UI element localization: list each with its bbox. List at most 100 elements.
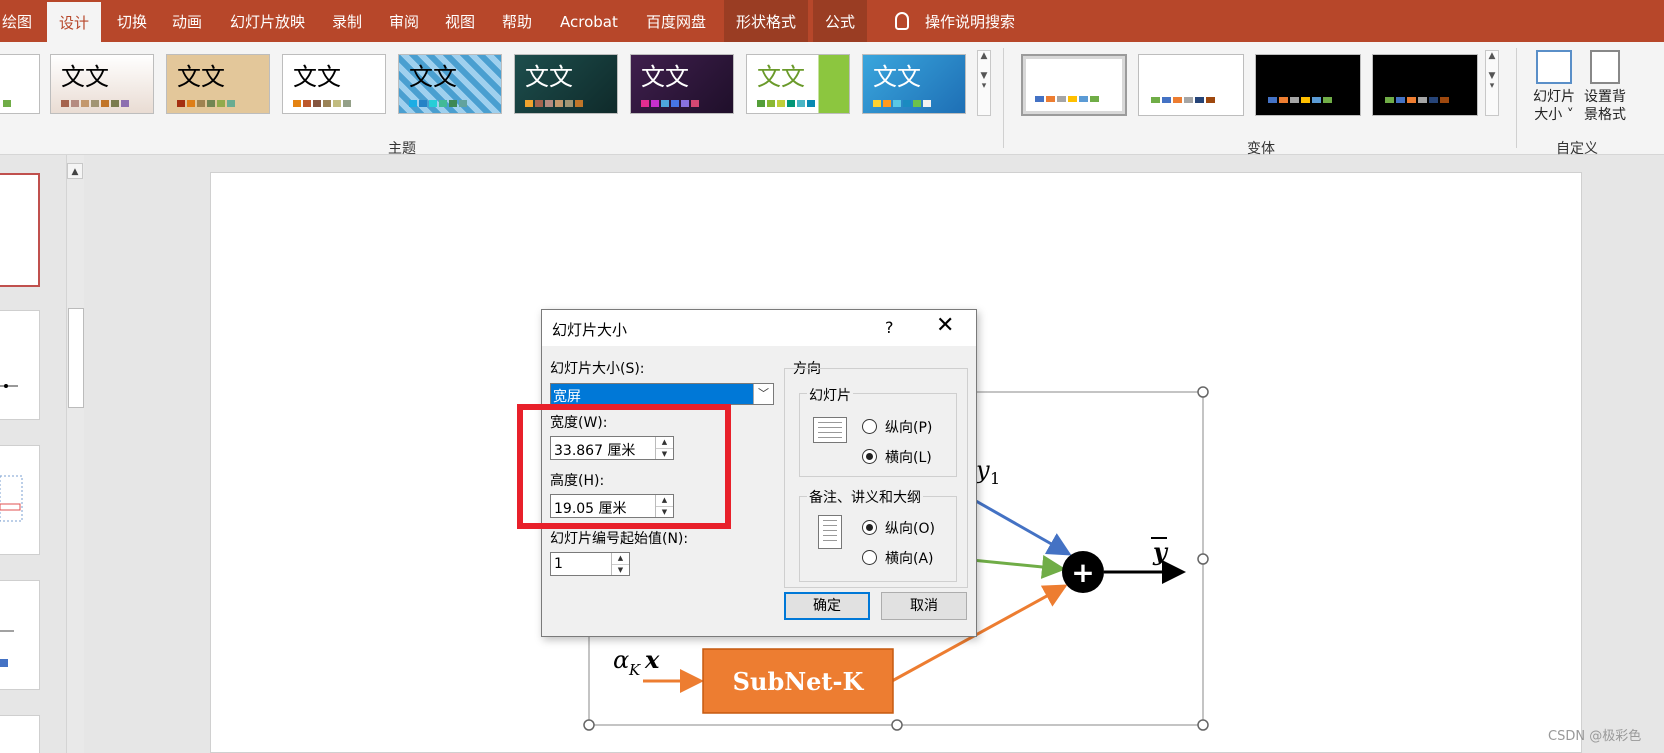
thumbnail-preview — [0, 475, 23, 522]
y1-label: y — [975, 456, 990, 484]
tab-slideshow[interactable]: 幻灯片放映 — [230, 0, 305, 42]
close-icon[interactable]: ✕ — [936, 314, 954, 338]
cancel-button[interactable]: 取消 — [881, 592, 967, 620]
tab-shape-format[interactable]: 形状格式 — [724, 0, 809, 42]
resize-handle — [1197, 553, 1209, 565]
tab-baidu-netdisk[interactable]: 百度网盘 — [646, 0, 706, 42]
start-number-field[interactable]: 1 ▲ ▼ — [550, 552, 630, 576]
notes-portrait-label: 纵向(O) — [885, 521, 935, 537]
plus-icon: + — [1071, 556, 1094, 589]
thumbnail-preview — [0, 630, 14, 667]
slide-thumbnail-4[interactable] — [0, 580, 40, 690]
radio-circle — [862, 550, 877, 565]
slide-size-label: 幻灯片 大小 ˅ — [1533, 89, 1575, 123]
variants-group-label: 变体 — [1247, 141, 1275, 157]
ribbon-design: 文文 文文 文文 文文 文文 文文 文文 文文 ▲ ▼ ▾ 主题 ▲ ▼ ▾ 变… — [0, 42, 1664, 157]
format-background-button[interactable]: 设置背 景格式 — [1580, 50, 1630, 124]
scroll-up-icon[interactable]: ▲ — [67, 163, 83, 179]
theme-2[interactable]: 文文 — [50, 54, 154, 114]
tell-me-label: 操作说明搜索 — [925, 13, 1016, 31]
thumbnail-scrollbar[interactable]: ▲ — [66, 155, 84, 753]
theme-5[interactable]: 文文 — [398, 54, 502, 114]
slide-thumbnail-2[interactable] — [0, 310, 40, 420]
theme-6[interactable]: 文文 — [514, 54, 618, 114]
theme-3[interactable]: 文文 — [166, 54, 270, 114]
dialog-title-bar: 幻灯片大小 ? ✕ — [542, 310, 976, 346]
tab-review[interactable]: 审阅 — [389, 0, 419, 42]
y-bar-label: y — [1152, 537, 1169, 566]
themes-group-label: 主题 — [388, 141, 416, 157]
scrollbar-thumb[interactable] — [68, 308, 84, 408]
variant-4[interactable] — [1372, 54, 1478, 116]
tell-me-search[interactable]: 操作说明搜索 — [895, 0, 1015, 42]
slide-size-button[interactable]: 幻灯片 大小 ˅ — [1529, 50, 1579, 124]
tab-design[interactable]: 设计 — [47, 2, 102, 42]
tab-animations[interactable]: 动画 — [172, 0, 202, 42]
customize-group-label: 自定义 — [1556, 141, 1598, 157]
watermark: CSDN @极彩色 — [1548, 729, 1642, 744]
variant-1[interactable] — [1021, 54, 1127, 116]
ribbon-tab-bar: 绘图 设计 切换 动画 幻灯片放映 录制 审阅 视图 帮助 Acrobat 百度… — [0, 0, 1664, 42]
notes-landscape-label: 横向(A) — [885, 551, 934, 567]
resize-handle — [583, 719, 595, 731]
slide-thumbnail-5[interactable] — [0, 715, 40, 753]
slide-thumbnail-pane: ▲ — [0, 155, 88, 753]
radio-circle — [862, 419, 877, 434]
thumbnail-preview — [0, 384, 18, 388]
radio-circle — [862, 520, 877, 535]
slide-thumbnail-1[interactable] — [0, 173, 40, 287]
chevron-down-icon[interactable]: ﹀ — [753, 384, 773, 404]
landscape-page-icon — [813, 417, 847, 443]
variant-2[interactable] — [1138, 54, 1244, 116]
x-label: x — [644, 645, 660, 674]
start-number-label: 幻灯片编号起始值(N): — [550, 531, 689, 547]
y1-subscript: 1 — [990, 469, 1000, 488]
themes-gallery-scroll[interactable]: ▲ ▼ ▾ — [977, 50, 991, 116]
theme-4[interactable]: 文文 — [282, 54, 386, 114]
slides-landscape-radio[interactable]: 横向(L) — [862, 447, 932, 467]
slides-portrait-label: 纵向(P) — [885, 420, 933, 436]
notes-portrait-radio[interactable]: 纵向(O) — [862, 518, 935, 538]
help-icon[interactable]: ? — [885, 318, 894, 337]
alpha-label: α — [613, 646, 629, 674]
highlight-box — [517, 404, 731, 529]
theme-7[interactable]: 文文 — [630, 54, 734, 114]
tab-help[interactable]: 帮助 — [502, 0, 532, 42]
slides-label: 幻灯片 — [807, 385, 853, 405]
slides-landscape-label: 横向(L) — [885, 450, 932, 466]
format-background-icon — [1590, 50, 1620, 84]
subnet-label: SubNet-K — [733, 667, 865, 696]
tab-record[interactable]: 录制 — [332, 0, 362, 42]
dialog-title: 幻灯片大小 — [552, 321, 628, 339]
slide-size-value: 宽屏 — [553, 389, 581, 405]
tab-transitions[interactable]: 切换 — [117, 0, 147, 42]
theme-8[interactable]: 文文 — [746, 54, 850, 114]
slide-size-label: 幻灯片大小(S): — [550, 361, 645, 377]
slides-portrait-radio[interactable]: 纵向(P) — [862, 417, 932, 437]
variant-3[interactable] — [1255, 54, 1361, 116]
resize-handle — [1197, 719, 1209, 731]
alpha-subscript: K — [628, 661, 641, 679]
lightbulb-icon — [895, 11, 909, 30]
start-number-value: 1 — [554, 556, 563, 572]
resize-handle — [1197, 386, 1209, 398]
theme-9[interactable]: 文文 — [862, 54, 966, 114]
spin-down-icon[interactable]: ▼ — [612, 564, 629, 575]
theme-office[interactable] — [0, 54, 40, 114]
tab-draw[interactable]: 绘图 — [2, 0, 32, 42]
slide-size-icon — [1536, 50, 1572, 84]
variants-gallery-scroll[interactable]: ▲ ▼ ▾ — [1485, 50, 1499, 116]
notes-landscape-radio[interactable]: 横向(A) — [862, 548, 934, 568]
tab-acrobat[interactable]: Acrobat — [560, 0, 618, 42]
tab-view[interactable]: 视图 — [445, 0, 475, 42]
slide-size-select[interactable]: 宽屏 ﹀ — [550, 383, 774, 405]
portrait-page-icon — [818, 515, 842, 549]
slide-thumbnail-3[interactable] — [0, 445, 40, 555]
ok-button[interactable]: 确定 — [784, 592, 870, 620]
spin-up-icon[interactable]: ▲ — [612, 553, 629, 564]
format-background-label: 设置背 景格式 — [1584, 89, 1626, 123]
group-separator — [1516, 48, 1517, 148]
tab-equation[interactable]: 公式 — [813, 0, 868, 42]
resize-handle — [891, 719, 903, 731]
notes-label: 备注、讲义和大纲 — [807, 487, 923, 507]
